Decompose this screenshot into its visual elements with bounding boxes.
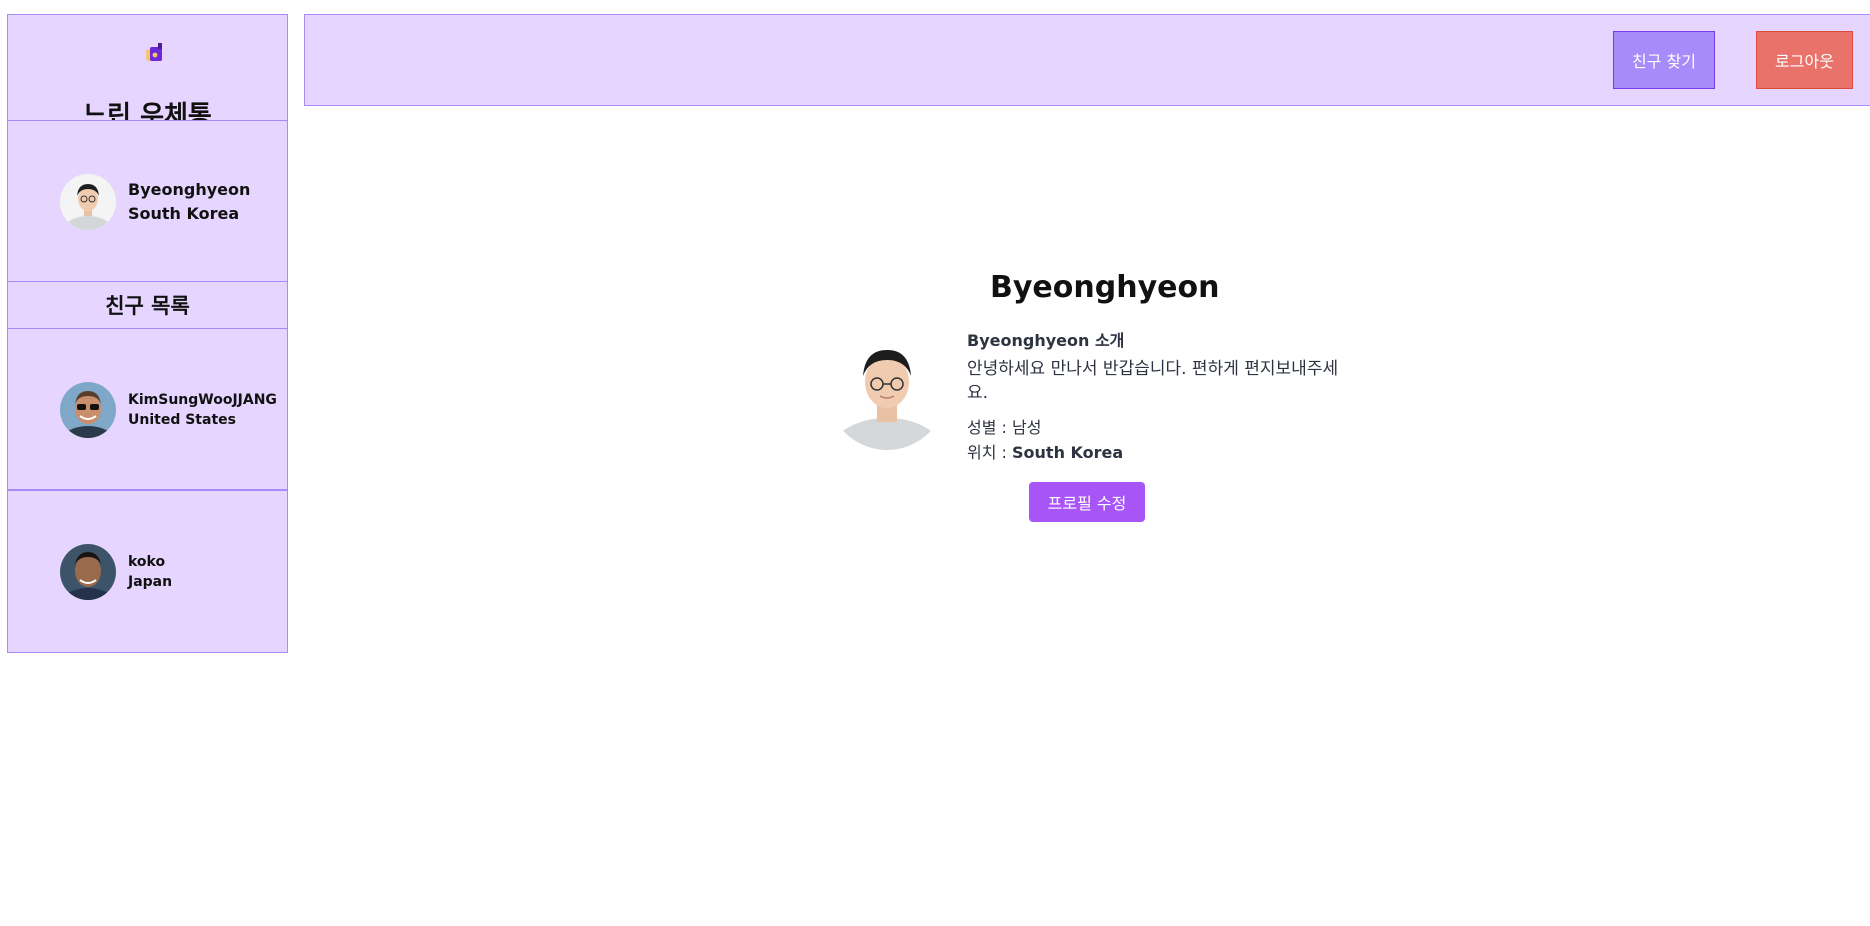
location-info: 위치 : South Korea — [967, 439, 1123, 463]
friend-card[interactable]: KimSungWooJJANG United States — [7, 328, 288, 490]
gender-label: 성별 : — [967, 418, 1007, 437]
friend-card[interactable]: koko Japan — [7, 490, 288, 653]
sidebar-logo-panel: 느린 우체통 — [7, 14, 288, 131]
intro-text: 안녕하세요 만나서 반갑습니다. 편하게 편지보내주세요. — [967, 359, 1339, 403]
friends-list-header: 친구 목록 — [7, 281, 288, 329]
location-value: South Korea — [1012, 443, 1124, 462]
profile-photo — [827, 330, 947, 450]
my-profile-card[interactable]: Byeonghyeon South Korea — [7, 120, 288, 282]
location-label: 위치 : — [967, 443, 1007, 462]
intro-title: Byeonghyeon 소개 — [967, 331, 1125, 350]
gender-value: 남성 — [1012, 418, 1042, 437]
edit-profile-button[interactable]: 프로필 수정 — [1029, 482, 1145, 522]
profile-name: Byeonghyeon — [990, 270, 1220, 305]
friend-info: koko Japan — [128, 552, 172, 592]
gender-info: 성별 : 남성 — [967, 414, 1041, 438]
my-info: Byeonghyeon South Korea — [128, 178, 250, 226]
logout-button[interactable]: 로그아웃 — [1756, 31, 1853, 89]
mailbox-logo-icon[interactable] — [144, 41, 168, 65]
my-country: South Korea — [128, 204, 240, 223]
find-friends-button[interactable]: 친구 찾기 — [1613, 31, 1715, 89]
friends-list-title: 친구 목록 — [105, 294, 190, 318]
friend-avatar — [60, 544, 116, 600]
friend-country: Japan — [128, 574, 173, 590]
my-name: Byeonghyeon — [128, 180, 251, 199]
my-avatar — [60, 174, 116, 230]
friend-name: koko — [128, 554, 166, 570]
friend-info: KimSungWooJJANG United States — [128, 390, 277, 430]
friend-name: KimSungWooJJANG — [128, 392, 277, 408]
friend-avatar — [60, 382, 116, 438]
friend-country: United States — [128, 412, 236, 428]
